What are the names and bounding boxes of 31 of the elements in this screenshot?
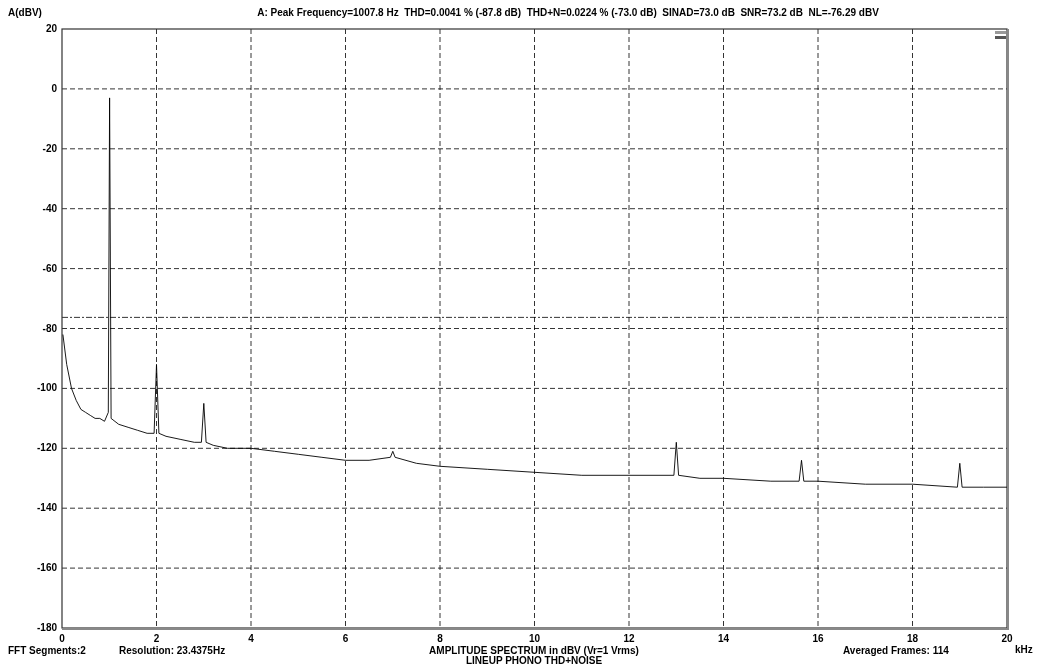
x-tick-label: 10: [528, 633, 541, 644]
y-tick-label: -140: [37, 502, 57, 514]
x-tick-label: 16: [812, 633, 824, 644]
y-tick-label: -40: [42, 202, 57, 214]
x-tick-label: 20: [1001, 633, 1013, 644]
y-axis-title: A(dBV): [8, 7, 42, 18]
y-tick-label: 20: [45, 23, 57, 34]
x-unit-label: kHz: [1015, 644, 1033, 655]
y-tick-label: -20: [42, 142, 57, 154]
y-tick-label: -100: [37, 382, 57, 394]
marker-icon: [995, 31, 1006, 39]
x-tick-label: 4: [248, 633, 254, 644]
x-tick-label: 2: [153, 633, 160, 644]
chart-subtitle: LINEUP PHONO THD+NOISE: [465, 655, 603, 666]
resolution-text: Resolution: 23.4375Hz: [119, 645, 226, 656]
x-axis-title: AMPLITUDE SPECTRUM in dBV (Vr=1 Vrms): [429, 645, 639, 656]
x-tick-label: 18: [906, 633, 919, 644]
x-tick-label: 8: [437, 633, 443, 644]
y-tick-label: -160: [37, 562, 57, 574]
y-tick-label: -80: [42, 322, 57, 334]
y-tick-label: -120: [37, 442, 57, 454]
chart-title: A: Peak Frequency=1007.8 Hz THD=0.0041 % (-87.8 dB) THD+N=0.0224 % (-73.0 dB) SINAD=73.0 dB SNR=73.2 dB NL=-76.29 dBV: [257, 7, 879, 18]
x-tick-label: 14: [717, 633, 730, 644]
fft-segments-text: FFT Segments:2: [8, 645, 86, 656]
x-tick-label: 6: [342, 633, 349, 644]
y-tick-label: 0: [51, 82, 57, 94]
x-tick-label: 12: [623, 633, 635, 644]
averaged-frames-text: Averaged Frames: 114: [843, 645, 949, 656]
y-tick-label: -60: [42, 262, 57, 274]
x-tick-label: 0: [59, 633, 65, 644]
y-tick-label: -180: [37, 622, 57, 633]
